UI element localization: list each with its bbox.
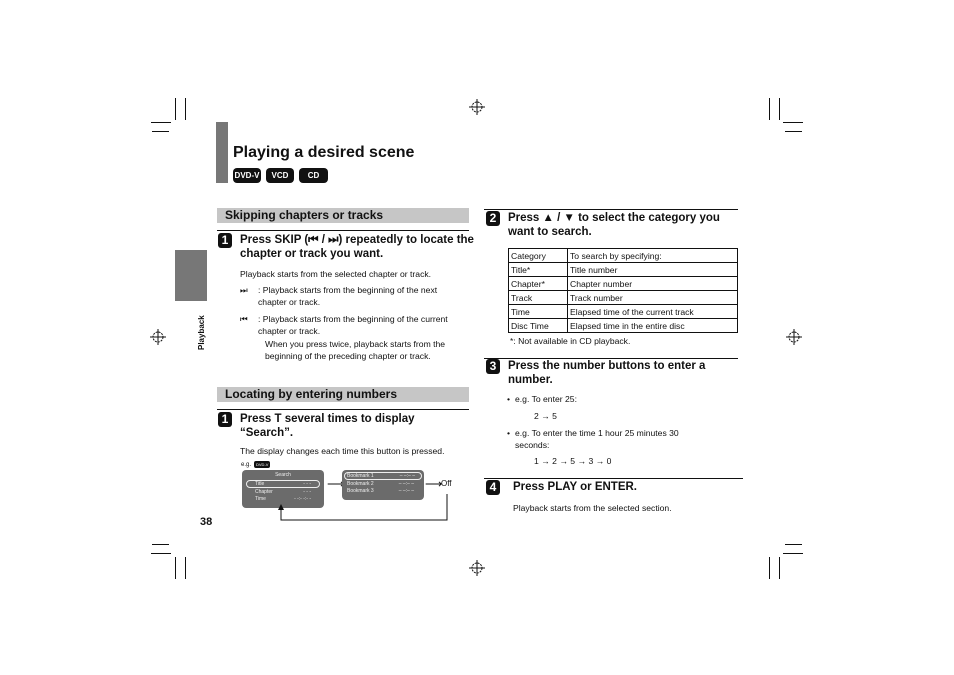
previous-icon: ⏮ [240, 314, 248, 324]
crop-mark [185, 557, 186, 579]
divider [484, 209, 738, 210]
row-label: Title [255, 481, 265, 487]
crop-mark [785, 544, 802, 545]
table-cell: Elapsed time in the entire disc [567, 318, 738, 333]
example-label: e.g. To enter 25: [515, 394, 577, 404]
crop-mark [779, 557, 780, 579]
step-instruction: Press ▲ / ▼ to select the category you w… [508, 212, 720, 238]
table-row: Chapter* Chapter number [508, 276, 738, 291]
search-screen-title: Search [275, 472, 291, 478]
step-number: 3 [486, 359, 500, 374]
badge-vcd: VCD [266, 168, 294, 183]
step-number: 1 [218, 412, 232, 427]
crop-mark [783, 553, 803, 554]
divider [217, 409, 469, 410]
list-item: : Playback starts from the beginning of … [258, 285, 438, 307]
off-label: Off [441, 479, 452, 488]
title-accent-bar [216, 122, 228, 183]
step-instruction: Press PLAY or ENTER. [513, 481, 637, 493]
row-value: - - - [303, 481, 311, 487]
table-row: Track Track number [508, 290, 738, 305]
category-table: Category To search by specifying: Title* T… [508, 248, 738, 333]
row-label: Bookmark 1 [347, 473, 374, 479]
crop-mark [175, 98, 176, 120]
row-label: Chapter [255, 489, 273, 495]
eg-badge: DVD-V [254, 461, 271, 468]
bullet: • [507, 394, 511, 404]
step-instruction: Press T several times to display “Search… [240, 413, 415, 439]
step-description: The display changes each time this butto… [240, 446, 445, 456]
crop-mark [785, 131, 802, 132]
crop-mark [151, 553, 171, 554]
step-number: 4 [486, 480, 500, 495]
crop-mark [151, 122, 171, 123]
example-sequence: 1 → 2 → 5 → 3 → 0 [534, 456, 612, 466]
bookmark-row-1: Bookmark 1 – –:– – [344, 472, 422, 480]
table-cell: Disc Time [508, 318, 568, 333]
divider [217, 230, 469, 231]
table-header: Category [508, 248, 568, 263]
side-tab [175, 250, 207, 301]
crop-mark [152, 131, 169, 132]
registration-mark-icon [786, 329, 802, 345]
registration-mark-icon [150, 329, 166, 345]
page-number: 38 [200, 516, 213, 528]
list-item: : Playback starts from the beginning of … [258, 314, 448, 336]
table-cell: Chapter* [508, 276, 568, 291]
crop-mark [783, 122, 803, 123]
badge-cd: CD [299, 168, 328, 183]
table-row: Disc Time Elapsed time in the entire disc [508, 318, 738, 333]
crop-mark [769, 557, 770, 579]
table-cell: Elapsed time of the current track [567, 304, 738, 319]
bookmark-row-2: Bookmark 2 – –:– – [345, 481, 421, 487]
next-icon: ⏭ [240, 285, 248, 295]
registration-mark-icon [469, 99, 485, 115]
table-cell: Track [508, 290, 568, 305]
step-number: 1 [218, 233, 232, 248]
table-cell: Chapter number [567, 276, 738, 291]
crop-mark [779, 98, 780, 120]
section-heading-skipping: Skipping chapters or tracks [217, 208, 469, 223]
loop-back-arrow-icon [278, 494, 448, 521]
crop-mark [185, 98, 186, 120]
table-footnote: *: Not available in CD playback. [510, 336, 631, 346]
row-value: – –:– – [399, 473, 415, 479]
divider [484, 478, 743, 479]
step-description: Playback starts from the selected chapte… [240, 269, 432, 279]
row-label: Time [255, 496, 266, 502]
eg-label: e.g. [241, 462, 252, 468]
step-instruction: Press the number buttons to enter a numb… [508, 360, 706, 386]
table-row: Title* Title number [508, 262, 738, 277]
registration-mark-icon [469, 560, 485, 576]
crop-mark [175, 557, 176, 579]
page-title: Playing a desired scene [233, 144, 415, 161]
example-sequence: 2 → 5 [534, 411, 557, 421]
table-cell: Title number [567, 262, 738, 277]
step-description: Playback starts from the selected sectio… [513, 503, 672, 513]
table-header-row: Category To search by specifying: [508, 248, 738, 263]
table-header: To search by specifying: [567, 248, 738, 263]
search-row-title: Title - - - [246, 480, 320, 488]
section-heading-locating: Locating by entering numbers [217, 387, 469, 402]
table-cell: Track number [567, 290, 738, 305]
example-label: e.g. To enter the time 1 hour 25 minutes… [515, 428, 679, 450]
row-value: – –:– – [398, 481, 414, 487]
step-number: 2 [486, 211, 500, 226]
table-cell: Time [508, 304, 568, 319]
badge-dvd-v: DVD-V [233, 168, 261, 183]
crop-mark [769, 98, 770, 120]
row-label: Bookmark 2 [347, 481, 374, 487]
bullet: • [507, 428, 511, 438]
step-instruction: Press SKIP (⏮ / ⏭) repeatedly to locate … [240, 234, 474, 260]
side-tab-label: Playback [197, 315, 206, 350]
crop-mark [152, 544, 169, 545]
table-cell: Title* [508, 262, 568, 277]
note-text: When you press twice, playback starts fr… [265, 339, 446, 361]
table-row: Time Elapsed time of the current track [508, 304, 738, 319]
